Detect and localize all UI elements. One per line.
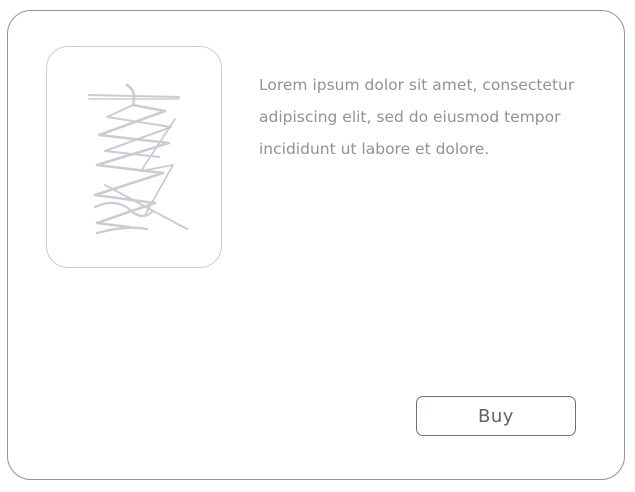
product-image-placeholder	[46, 46, 222, 268]
buy-button-label: Buy	[478, 405, 514, 427]
image-placeholder-scribble-icon	[88, 83, 188, 235]
product-description: Lorem ipsum dolor sit amet, consectetur …	[259, 76, 575, 158]
buy-button[interactable]: Buy	[416, 396, 576, 436]
